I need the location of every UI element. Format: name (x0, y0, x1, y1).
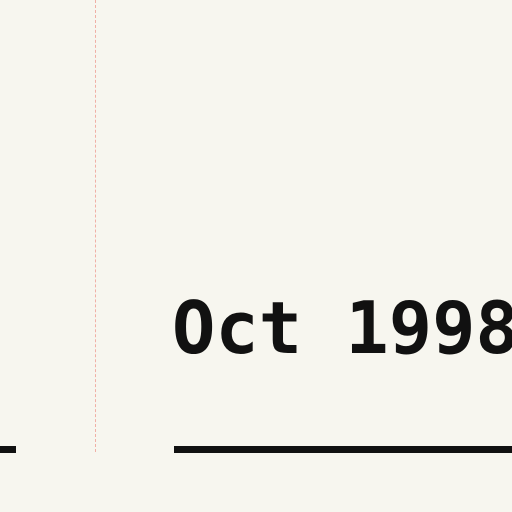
dashed-guide-line (95, 0, 96, 452)
date-label: Oct 1998 (172, 286, 512, 370)
timeline-canvas: Oct 1998 (0, 0, 512, 512)
left-underline (0, 446, 16, 453)
date-underline (174, 446, 512, 453)
